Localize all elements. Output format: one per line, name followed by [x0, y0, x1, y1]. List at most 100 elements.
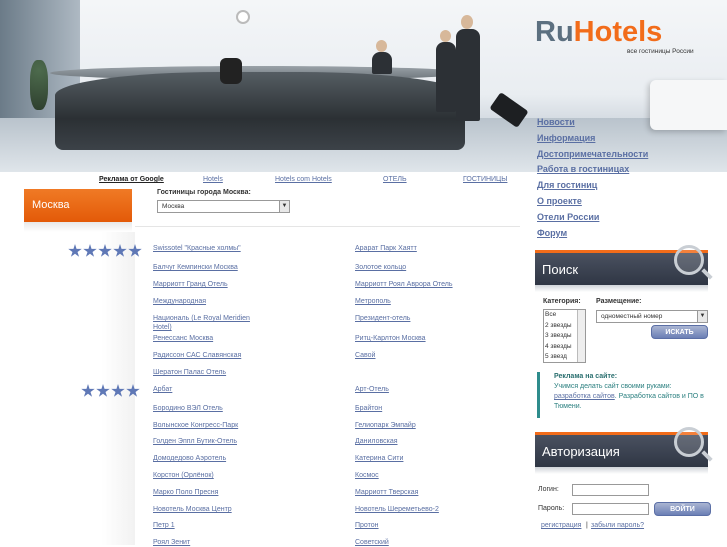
register-link[interactable]: регистрация: [541, 522, 581, 529]
ad-link-hotels[interactable]: Hotels: [203, 176, 223, 183]
star-icon: [113, 244, 127, 257]
magnifier-icon: [674, 245, 704, 275]
login-input[interactable]: [572, 484, 649, 496]
hotel-link[interactable]: Президент-отель: [355, 314, 410, 323]
receptionist-head: [376, 40, 387, 52]
star-icon: [83, 244, 97, 257]
city-select-label: Гостиницы города Москва:: [157, 189, 251, 196]
hotel-link[interactable]: Балчуг Кемпински Москва: [153, 263, 238, 272]
guest2-image: [456, 29, 480, 121]
chevron-down-icon: ▼: [697, 311, 707, 322]
city-title: Москва: [24, 189, 132, 222]
star-icon: [126, 384, 140, 397]
hotel-link[interactable]: Марриотт Роял Аврора Отель: [355, 280, 453, 289]
hotel-link[interactable]: Шератон Палас Отель: [153, 368, 226, 377]
hotel-link[interactable]: Марриотт Тверская: [355, 488, 418, 497]
star-icon: [128, 244, 142, 257]
hotel-link[interactable]: Swissotel "Красные холмы": [153, 244, 241, 253]
nav-sights[interactable]: Достопримечательности: [537, 149, 727, 165]
hotel-link[interactable]: Новотель Москва Центр: [153, 505, 232, 514]
star-rating-4: [81, 384, 140, 398]
hotel-link[interactable]: Корстон (Орлёнок): [153, 471, 214, 480]
login-label: Логин:: [538, 486, 559, 493]
hotel-link[interactable]: Радиссон САС Славянская: [153, 351, 241, 360]
placement-label: Размещение:: [596, 298, 642, 305]
city-title-shadow: [24, 222, 132, 232]
guest-image: [436, 42, 456, 112]
hotel-link[interactable]: Метрополь: [355, 297, 391, 306]
site-slogan: все гостиницы России: [627, 48, 694, 55]
hotel-link[interactable]: Арт-Отель: [355, 385, 389, 394]
link-separator: |: [586, 522, 588, 529]
search-panel-header: Поиск: [535, 245, 708, 285]
plant-image: [30, 60, 48, 110]
hotel-link[interactable]: Арбат: [153, 385, 172, 394]
star-icon: [68, 244, 82, 257]
star-icon: [98, 244, 112, 257]
hotel-link[interactable]: Советский: [355, 538, 389, 547]
hotel-link[interactable]: Брайтон: [355, 404, 382, 413]
panel-shadow: [535, 285, 708, 292]
category-listbox[interactable]: Все 2 звезды 3 звезды 4 звезды 5 звезд: [543, 309, 586, 363]
nav-info[interactable]: Информация: [537, 133, 727, 149]
hotel-link[interactable]: Бородино ВЭЛ Отель: [153, 404, 223, 413]
hotel-link[interactable]: Националь (Le Royal Meridien Hotel): [153, 314, 263, 332]
hotel-link[interactable]: Роял Зенит: [153, 538, 190, 547]
ad-link-otel[interactable]: ОТЕЛЬ: [383, 176, 407, 183]
auth-panel-title: Авторизация: [542, 444, 620, 459]
hotel-link[interactable]: Домодедово Аэротель: [153, 454, 226, 463]
divider: [135, 226, 520, 227]
hotel-link[interactable]: Марко Поло Пресня: [153, 488, 218, 497]
panel-shadow: [535, 467, 708, 474]
ad-link-hotels-com[interactable]: Hotels com Hotels: [275, 176, 332, 183]
ad-text: Учимся делать сайт своими руками:: [554, 383, 672, 390]
hotel-link[interactable]: Волынское Конгресс-Парк: [153, 421, 238, 430]
placement-select[interactable]: одноместный номер ▼: [596, 310, 708, 323]
ad-block: Реклама на сайте: Учимся делать сайт сво…: [537, 372, 712, 418]
star-icon: [96, 384, 110, 397]
guest-head: [440, 30, 451, 42]
nav-news[interactable]: Новости: [537, 117, 727, 133]
search-button[interactable]: ИСКАТЬ: [651, 325, 708, 339]
star-icon: [81, 384, 95, 397]
ad-link[interactable]: разработка сайтов: [554, 393, 615, 400]
nav-russia-hotels[interactable]: Отели России: [537, 212, 727, 228]
hotel-link[interactable]: Даниловская: [355, 437, 398, 446]
hotel-link[interactable]: Катерина Сити: [355, 454, 403, 463]
logo-hotels: Hotels: [573, 16, 663, 48]
ads-google-label[interactable]: Реклама от Google: [99, 176, 164, 183]
clock-icon: [236, 10, 250, 24]
nav-forum[interactable]: Форум: [537, 228, 727, 244]
forgot-password-link[interactable]: забыли пароль?: [591, 522, 644, 529]
hotel-link[interactable]: Ритц-Карлтон Москва: [355, 334, 426, 343]
nav-jobs[interactable]: Работа в гостиницах: [537, 164, 727, 180]
password-input[interactable]: [572, 503, 649, 515]
placement-select-value: одноместный номер: [601, 313, 663, 320]
receptionist-image: [372, 52, 392, 74]
ad-link-gostinicy[interactable]: ГОСТИНИЦЫ: [463, 176, 507, 183]
chevron-down-icon: ▼: [279, 201, 289, 212]
ad-title: Реклама на сайте:: [554, 373, 618, 380]
nav-for-hotels[interactable]: Для гостиниц: [537, 180, 727, 196]
logo-ru: Ru: [535, 16, 574, 48]
scrollbar[interactable]: [577, 310, 585, 362]
hotel-link[interactable]: Международная: [153, 297, 206, 306]
hotel-link[interactable]: Марриотт Гранд Отель: [153, 280, 228, 289]
hotel-link[interactable]: Гелиопарк Эмпайр: [355, 421, 416, 430]
hotel-link[interactable]: Савой: [355, 351, 375, 360]
login-button[interactable]: ВОЙТИ: [654, 502, 711, 516]
search-panel-title: Поиск: [542, 262, 579, 277]
hotel-link[interactable]: Новотель Шереметьево-2: [355, 505, 439, 514]
category-label: Категория:: [543, 298, 581, 305]
hotel-link[interactable]: Петр 1: [153, 521, 175, 530]
nav-about[interactable]: О проекте: [537, 196, 727, 212]
site-logo[interactable]: RuHotels: [535, 16, 662, 49]
hotel-link[interactable]: Космос: [355, 471, 379, 480]
city-select[interactable]: Москва ▼: [157, 200, 290, 213]
hotel-link[interactable]: Ренессанс Москва: [153, 334, 213, 343]
hotel-link[interactable]: Протон: [355, 521, 379, 530]
hotel-link[interactable]: Арарат Парк Хаятт: [355, 244, 417, 253]
hotel-link[interactable]: Голден Эппл Бутик-Отель: [153, 437, 237, 446]
password-label: Пароль:: [538, 505, 565, 512]
hotel-link[interactable]: Золотое кольцо: [355, 263, 406, 272]
